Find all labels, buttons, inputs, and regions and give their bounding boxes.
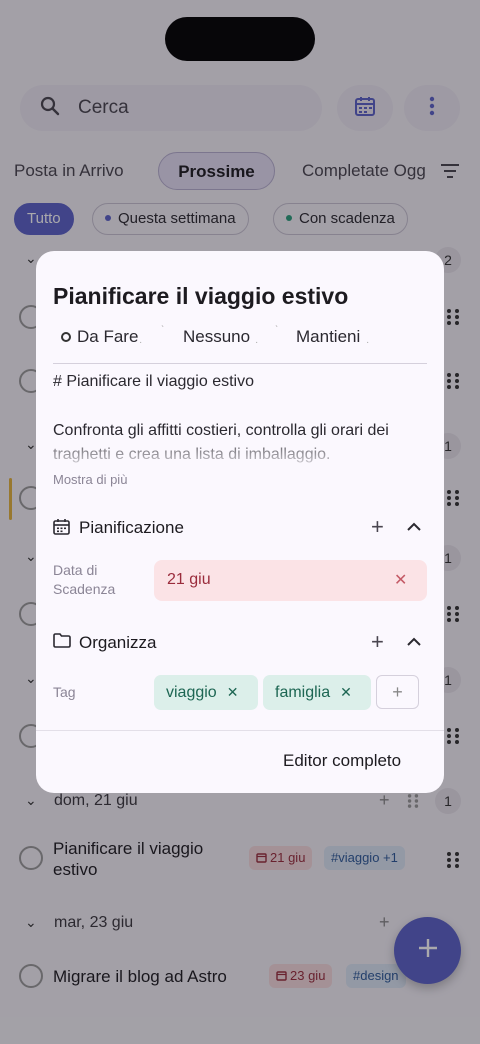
clear-due-date-icon[interactable]: ✕ (394, 570, 407, 590)
organize-label: Organizza (79, 633, 157, 652)
tag-chip-famiglia[interactable]: famiglia ✕ (263, 675, 371, 710)
task-quick-view-dialog: Pianificare il viaggio estivo Da Fare · … (36, 251, 444, 793)
recurrence-selector[interactable]: Mantieni (296, 327, 360, 347)
tag-chip-label: famiglia (275, 684, 331, 701)
divider (53, 363, 427, 364)
chevron-up-icon[interactable] (407, 633, 421, 651)
status-selector[interactable]: Da Fare (61, 327, 138, 347)
separator-dot: · (255, 337, 259, 348)
tag-label: Tag (53, 684, 76, 700)
status-circle-icon (61, 331, 71, 342)
full-editor-button[interactable]: Editor completo (283, 751, 401, 771)
chevron-up-icon[interactable] (407, 518, 421, 536)
scheduling-label: Pianificazione (79, 518, 184, 537)
scheduling-section-header[interactable]: Pianificazione + (53, 514, 427, 540)
tag-chip-label: viaggio (166, 684, 217, 701)
description-heading: # Pianificare il viaggio estivo (53, 373, 254, 390)
folder-icon (53, 633, 71, 653)
separator-tick: ˋ (161, 325, 165, 336)
calendar-icon (53, 518, 70, 540)
status-label: Da Fare (77, 327, 139, 346)
due-date-label: Data di Scadenza (53, 561, 115, 599)
show-more-link[interactable]: Mostra di più (53, 472, 127, 487)
add-organize-icon[interactable]: + (371, 629, 384, 655)
separator-dot: · (139, 337, 143, 348)
due-date-value: 21 giu (167, 571, 211, 588)
due-date-label-line1: Data di (53, 562, 98, 578)
add-tag-button[interactable]: + (376, 675, 419, 709)
add-scheduling-icon[interactable]: + (371, 514, 384, 540)
organize-section-header[interactable]: Organizza + (53, 629, 427, 655)
separator-tick: ˋ (275, 325, 279, 336)
remove-tag-icon[interactable]: ✕ (227, 684, 239, 700)
due-date-label-line2: Scadenza (53, 581, 116, 597)
task-title-heading[interactable]: Pianificare il viaggio estivo (53, 283, 348, 310)
description-fade (36, 441, 444, 471)
remove-tag-icon[interactable]: ✕ (340, 684, 352, 700)
due-date-field[interactable]: 21 giu ✕ (154, 560, 427, 601)
divider (36, 730, 444, 731)
priority-selector[interactable]: Nessuno (183, 327, 250, 347)
separator-dot: · (366, 337, 370, 348)
task-properties-row: Da Fare · ˋ Nessuno · ˋ Mantieni · (61, 325, 431, 349)
tag-chip-viaggio[interactable]: viaggio ✕ (154, 675, 258, 710)
